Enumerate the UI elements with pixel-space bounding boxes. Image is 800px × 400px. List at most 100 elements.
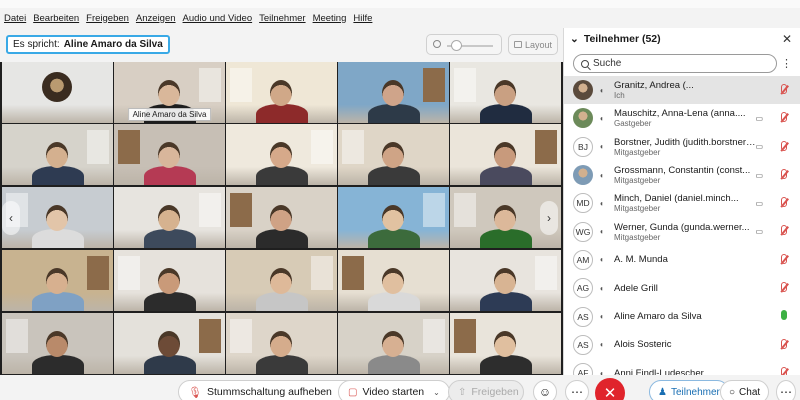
menu-anzeigen[interactable]: Anzeigen <box>136 13 176 24</box>
share-button[interactable]: ⇧ Freigeben <box>448 380 524 400</box>
mic-muted-icon[interactable] <box>781 338 787 349</box>
start-video-button[interactable]: ▢ Video starten ⌄ <box>338 380 450 400</box>
video-tile[interactable] <box>2 250 113 311</box>
tab-participants[interactable]: ♟ Teilnehmer <box>649 380 729 400</box>
video-tile[interactable] <box>450 250 561 311</box>
video-tile[interactable] <box>450 313 561 374</box>
mic-muted-icon[interactable] <box>781 140 787 151</box>
video-tile[interactable] <box>226 124 337 185</box>
menu-freigeben[interactable]: Freigeben <box>86 13 129 24</box>
participant-row[interactable]: ◖ Grossmann, Constantin (const... Mitgastg… <box>564 161 800 189</box>
person-shoulders <box>256 292 308 311</box>
participant-row[interactable]: ◖ Granitz, Andrea (... Ich <box>564 76 800 105</box>
share-icon: ⇧ <box>458 386 467 398</box>
video-tile[interactable] <box>2 62 113 123</box>
search-icon <box>581 59 589 68</box>
person-head <box>382 142 404 168</box>
video-tile[interactable] <box>338 187 449 248</box>
camera-icon: ▭ <box>755 227 763 237</box>
video-tile[interactable] <box>114 250 225 311</box>
menu-datei[interactable]: Datei <box>4 13 26 24</box>
mic-muted-icon[interactable] <box>781 282 787 293</box>
mic-muted-icon[interactable] <box>781 253 787 264</box>
speaker-prefix: Es spricht: <box>13 39 60 50</box>
chevron-down-icon[interactable]: ⌄ <box>570 33 579 45</box>
mic-muted-icon[interactable] <box>781 84 787 94</box>
mic-muted-icon[interactable] <box>781 225 787 236</box>
avatar: AM <box>573 249 593 270</box>
menu-teilnehmer[interactable]: Teilnehmer <box>259 13 305 24</box>
tab-chat[interactable]: ○ Chat <box>720 380 770 400</box>
person-shoulders <box>480 166 532 185</box>
unmute-button[interactable]: 🎙 Stummschaltung aufheben ⌄ <box>178 380 358 400</box>
video-tile[interactable] <box>338 250 449 311</box>
leave-meeting-button[interactable]: ✕ <box>595 378 625 400</box>
participant-name: Adele Grill <box>614 282 658 294</box>
video-tile[interactable] <box>226 313 337 374</box>
audio-connection-icon: ◖ <box>599 142 604 152</box>
video-tile[interactable]: Aline Amaro da Silva <box>114 62 225 123</box>
video-tile[interactable] <box>114 124 225 185</box>
more-button[interactable]: ⋯ <box>565 380 589 400</box>
menu-bearbeiten[interactable]: Bearbeiten <box>33 13 79 24</box>
next-page-arrow[interactable]: › <box>540 201 558 235</box>
close-icon[interactable]: ✕ <box>782 32 792 46</box>
layout-button[interactable]: Layout <box>508 34 558 55</box>
reactions-button[interactable]: ☺ <box>533 380 557 400</box>
participant-row[interactable]: AG ◖ Adele Grill <box>564 274 800 302</box>
participant-row[interactable]: AM ◖ A. M. Munda <box>564 246 800 274</box>
video-tile[interactable] <box>450 62 561 123</box>
avatar: AG <box>573 278 593 299</box>
mic-icon[interactable] <box>781 310 787 321</box>
video-tile[interactable] <box>226 62 337 123</box>
chevron-down-icon[interactable]: ⌄ <box>433 388 440 397</box>
panel-more-button[interactable]: ⋯ <box>776 380 796 400</box>
person-shoulders <box>32 355 84 374</box>
person-shoulders <box>144 355 196 374</box>
more-options-icon[interactable]: ⋮ <box>781 57 792 70</box>
video-tile[interactable] <box>226 187 337 248</box>
avatar <box>42 72 72 102</box>
participant-row[interactable]: WG ◖ Werner, Gunda (gunda.werner... Mitgast… <box>564 217 800 245</box>
menu-meeting[interactable]: Meeting <box>313 13 347 24</box>
participant-row[interactable]: ◖ Mauschitz, Anna-Lena (anna.... Gastgeber… <box>564 104 800 132</box>
participant-info: Granitz, Andrea (... Ich <box>614 80 759 100</box>
participant-info: Minch, Daniel (daniel.minch... Mitgastgeb… <box>614 193 759 213</box>
mic-muted-icon[interactable] <box>781 112 787 123</box>
person-head <box>382 80 404 106</box>
video-tile[interactable] <box>114 313 225 374</box>
video-tile[interactable] <box>338 62 449 123</box>
person-shoulders <box>368 292 420 311</box>
video-tile[interactable] <box>226 250 337 311</box>
video-tile[interactable] <box>2 313 113 374</box>
panel-header[interactable]: ⌄ Teilnehmer (52) <box>564 28 800 50</box>
background-object <box>342 130 364 164</box>
audio-connection-icon: ◖ <box>599 85 604 95</box>
person-head <box>46 142 68 168</box>
zoom-handle[interactable] <box>451 40 462 51</box>
search-input[interactable]: Suche <box>573 54 777 73</box>
person-head <box>270 331 292 357</box>
menu-hilfe[interactable]: Hilfe <box>353 13 372 24</box>
participant-row[interactable]: AS ◖ Alois Sosteric <box>564 331 800 359</box>
person-head <box>494 142 516 168</box>
video-tile[interactable] <box>338 313 449 374</box>
video-tile[interactable] <box>114 187 225 248</box>
zoom-slider[interactable] <box>426 34 502 55</box>
participant-row[interactable]: BJ ◖ Borstner, Judith (judith.borstner@un.… <box>564 133 800 161</box>
person-head <box>494 80 516 106</box>
participant-info: Aline Amaro da Silva <box>614 311 759 322</box>
menu-audio-video[interactable]: Audio und Video <box>183 13 253 24</box>
person-head <box>494 205 516 231</box>
background-object <box>199 68 221 102</box>
audio-connection-icon: ◖ <box>599 227 604 237</box>
video-tile[interactable] <box>338 124 449 185</box>
mic-muted-icon[interactable] <box>781 168 787 179</box>
previous-page-arrow[interactable]: ‹ <box>2 201 20 235</box>
zoom-icon <box>433 40 441 48</box>
participant-row[interactable]: MD ◖ Minch, Daniel (daniel.minch... Mitgast… <box>564 189 800 217</box>
participant-row[interactable]: AS ◖ Aline Amaro da Silva <box>564 302 800 330</box>
mic-muted-icon[interactable] <box>781 197 787 208</box>
video-tile[interactable] <box>2 124 113 185</box>
video-tile[interactable] <box>450 124 561 185</box>
